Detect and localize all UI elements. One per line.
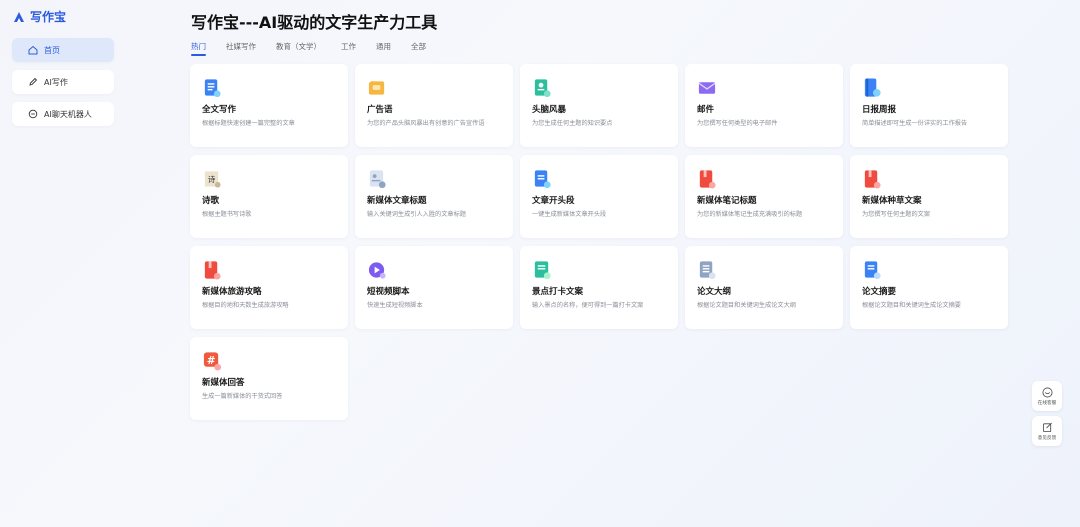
- card-title: 景点打卡文案: [532, 287, 584, 297]
- article-title-icon: [369, 170, 386, 189]
- card-title: 新媒体旅游攻略: [202, 287, 262, 297]
- tool-card-grid: 全文写作 根据标题快速创建一篇完整的文章 广告语 为您的产品头脑风暴出有创意的广…: [190, 64, 1008, 420]
- card-title: 论文摘要: [862, 287, 897, 297]
- card-description: 一键生成新媒体文章开头段: [532, 211, 607, 218]
- tool-card[interactable]: 新媒体文章标题 输入关键词生成引人入胜的文章标题: [355, 155, 513, 238]
- card-description: 为您撰写任何类型的电子邮件: [697, 120, 778, 127]
- home-icon: [28, 45, 38, 55]
- card-title: 诗歌: [202, 196, 220, 206]
- card-description: 根据主题书写诗歌: [202, 211, 252, 218]
- customer-service-label: 在线客服: [1037, 400, 1057, 406]
- sidebar-item-ai-chatbot[interactable]: AI聊天机器人: [12, 102, 114, 126]
- card-title: 短视频脚本: [367, 287, 410, 297]
- logo-text: 写作宝: [30, 10, 67, 24]
- card-description: 根据论文题目和关键词生成论文摘要: [862, 302, 961, 309]
- feedback-label: 意见反馈: [1037, 435, 1057, 441]
- card-title: 论文大纲: [697, 287, 732, 297]
- pen-icon: [29, 77, 38, 86]
- card-description: 根据目的地和天数生成旅游攻略: [202, 302, 289, 309]
- hashtag-icon: #: [203, 352, 222, 371]
- report-icon: [864, 78, 881, 97]
- tool-card[interactable]: 广告语 为您的产品头脑风暴出有创意的广告宣传语: [355, 64, 513, 147]
- lightbulb-doc-icon: [534, 79, 551, 98]
- outline-icon: [699, 261, 716, 280]
- app-logo[interactable]: 写作宝: [12, 8, 66, 25]
- sidebar-item-label: AI写作: [44, 77, 68, 87]
- card-description: 根据标题快速创建一篇完整的文章: [202, 120, 295, 127]
- card-title: 广告语: [367, 105, 393, 115]
- card-title: 新媒体回答: [202, 378, 245, 388]
- card-description: 快速生成短视频脚本: [367, 302, 423, 309]
- paragraph-icon: [534, 170, 551, 189]
- feedback-button[interactable]: 意见反馈: [1032, 416, 1062, 446]
- svg-text:#: #: [207, 355, 216, 367]
- tool-card[interactable]: 景点打卡文案 输入景点的名称，便可得到一篇打卡文案: [520, 246, 678, 329]
- card-title: 新媒体笔记标题: [697, 196, 757, 206]
- card-title: 全文写作: [202, 105, 237, 115]
- tab-work[interactable]: 工作: [341, 41, 356, 56]
- card-description: 输入景点的名称，便可得到一篇打卡文案: [532, 302, 644, 309]
- sidebar-item-label: 首页: [44, 45, 60, 55]
- card-title: 文章开头段: [532, 196, 575, 206]
- notebook-icon: [699, 170, 716, 189]
- card-title: 新媒体文章标题: [367, 196, 427, 206]
- sidebar-item-home[interactable]: 首页: [12, 38, 114, 62]
- card-title: 日报周报: [862, 105, 897, 115]
- chat-icon: [28, 109, 38, 119]
- tool-card[interactable]: 论文摘要 根据论文题目和关键词生成论文摘要: [850, 246, 1008, 329]
- tool-card[interactable]: 新媒体笔记标题 为您的新媒体笔记生成充满吸引的标题: [685, 155, 843, 238]
- tool-card[interactable]: 日报周报 简单描述即可生成一份详实的工作报告: [850, 64, 1008, 147]
- notebook-icon: [204, 261, 221, 280]
- tool-card[interactable]: 新媒体种草文案 为您撰写任何主题的文案: [850, 155, 1008, 238]
- card-title: 新媒体种草文案: [862, 196, 922, 206]
- tool-card[interactable]: 诗 诗歌 根据主题书写诗歌: [190, 155, 348, 238]
- card-description: 输入关键词生成引人入胜的文章标题: [367, 211, 466, 218]
- tab-education[interactable]: 教育（文学）: [276, 41, 321, 56]
- tool-card[interactable]: 全文写作 根据标题快速创建一篇完整的文章: [190, 64, 348, 147]
- sidebar-item-ai-writing[interactable]: AI写作: [12, 70, 114, 94]
- card-description: 为您生成任何主题的知识要点: [532, 120, 613, 127]
- tab-general[interactable]: 通用: [376, 41, 391, 56]
- tab-social-writing[interactable]: 社媒写作: [226, 41, 256, 56]
- sidebar-item-label: AI聊天机器人: [44, 109, 92, 119]
- card-description: 生成一篇新媒体的干货式回答: [202, 393, 283, 400]
- tool-card[interactable]: 论文大纲 根据论文题目和关键词生成论文大纲: [685, 246, 843, 329]
- card-description: 为您的产品头脑风暴出有创意的广告宣传语: [367, 120, 485, 127]
- feedback-icon: [1042, 422, 1052, 432]
- tab-all[interactable]: 全部: [411, 41, 426, 56]
- customer-service-icon: [1042, 387, 1052, 397]
- poem-icon: 诗: [204, 171, 221, 188]
- notebook-icon: [864, 170, 881, 189]
- video-icon: [368, 262, 386, 279]
- checkin-icon: [534, 261, 551, 280]
- card-title: 邮件: [697, 105, 715, 115]
- customer-service-button[interactable]: 在线客服: [1032, 381, 1062, 411]
- tool-card[interactable]: 头脑风暴 为您生成任何主题的知识要点: [520, 64, 678, 147]
- megaphone-icon: [368, 81, 385, 95]
- mail-icon: [698, 82, 716, 94]
- svg-text:诗: 诗: [208, 174, 216, 184]
- sidebar: 首页 AI写作 AI聊天机器人: [12, 38, 114, 134]
- tool-card[interactable]: 新媒体旅游攻略 根据目的地和天数生成旅游攻略: [190, 246, 348, 329]
- category-tabs: 热门 社媒写作 教育（文学） 工作 通用 全部: [191, 41, 426, 56]
- card-description: 为您撰写任何主题的文案: [862, 211, 931, 218]
- tool-card[interactable]: 邮件 为您撰写任何类型的电子邮件: [685, 64, 843, 147]
- abstract-icon: [864, 261, 881, 280]
- logo-icon: [14, 11, 24, 22]
- card-description: 为您的新媒体笔记生成充满吸引的标题: [697, 211, 803, 218]
- tool-card[interactable]: 文章开头段 一键生成新媒体文章开头段: [520, 155, 678, 238]
- card-title: 头脑风暴: [532, 105, 567, 115]
- tool-card[interactable]: # 新媒体回答 生成一篇新媒体的干货式回答: [190, 337, 348, 420]
- card-description: 简单描述即可生成一份详实的工作报告: [862, 120, 968, 127]
- tool-card[interactable]: 短视频脚本 快速生成短视频脚本: [355, 246, 513, 329]
- document-icon: [204, 79, 221, 98]
- page-title: 写作宝---AI驱动的文字生产力工具: [191, 13, 438, 32]
- tab-hot[interactable]: 热门: [191, 41, 206, 56]
- card-description: 根据论文题目和关键词生成论文大纲: [697, 302, 796, 309]
